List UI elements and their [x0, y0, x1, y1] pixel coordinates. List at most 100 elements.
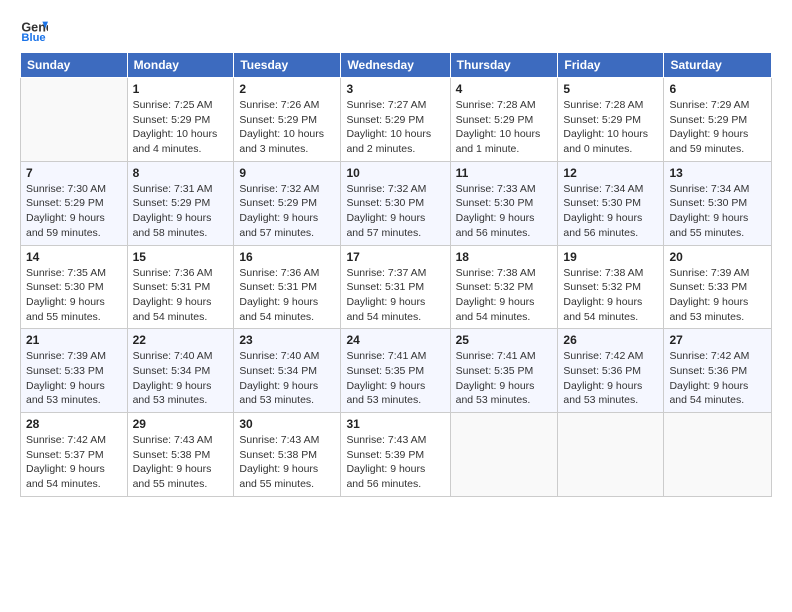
day-cell: 6Sunrise: 7:29 AM Sunset: 5:29 PM Daylig… — [664, 78, 772, 162]
svg-text:Blue: Blue — [21, 32, 45, 44]
day-number: 3 — [346, 82, 444, 96]
day-number: 23 — [239, 333, 335, 347]
logo: General Blue — [20, 16, 48, 44]
day-info: Sunrise: 7:42 AM Sunset: 5:36 PM Dayligh… — [669, 349, 766, 408]
day-number: 15 — [133, 250, 229, 264]
day-cell: 11 Sunrise: 7:33 AM Sunset: 5:30 PM Dayli… — [450, 161, 558, 245]
day-info: Sunrise: 7:32 AM Sunset: 5:29 PM Dayligh… — [239, 182, 335, 241]
day-cell: 31 Sunrise: 7:43 AM Sunset: 5:39 PM Dayli… — [341, 413, 450, 497]
day-cell: 14 Sunrise: 7:35 AM Sunset: 5:30 PM Dayli… — [21, 245, 128, 329]
day-cell: 4Sunrise: 7:28 AM Sunset: 5:29 PM Daylig… — [450, 78, 558, 162]
day-cell: 5 Sunrise: 7:28 AM Sunset: 5:29 PM Daylig… — [558, 78, 664, 162]
day-cell: 15 Sunrise: 7:36 AM Sunset: 5:31 PM Dayli… — [127, 245, 234, 329]
day-number: 26 — [563, 333, 658, 347]
weekday-sunday: Sunday — [21, 53, 128, 78]
day-number: 31 — [346, 417, 444, 431]
day-number: 14 — [26, 250, 122, 264]
day-cell — [558, 413, 664, 497]
day-info: Sunrise: 7:33 AM Sunset: 5:30 PM Dayligh… — [456, 182, 553, 241]
day-number: 28 — [26, 417, 122, 431]
day-cell: 23 Sunrise: 7:40 AM Sunset: 5:34 PM Dayli… — [234, 329, 341, 413]
day-info: Sunrise: 7:42 AM Sunset: 5:37 PM Dayligh… — [26, 433, 122, 492]
day-cell: 30Sunrise: 7:43 AM Sunset: 5:38 PM Dayli… — [234, 413, 341, 497]
day-number: 25 — [456, 333, 553, 347]
week-row-1: 1 Sunrise: 7:25 AM Sunset: 5:29 PM Daylig… — [21, 78, 772, 162]
logo-icon: General Blue — [20, 16, 48, 44]
day-info: Sunrise: 7:40 AM Sunset: 5:34 PM Dayligh… — [239, 349, 335, 408]
header: General Blue — [20, 16, 772, 44]
day-info: Sunrise: 7:34 AM Sunset: 5:30 PM Dayligh… — [669, 182, 766, 241]
day-cell: 24 Sunrise: 7:41 AM Sunset: 5:35 PM Dayli… — [341, 329, 450, 413]
day-info: Sunrise: 7:37 AM Sunset: 5:31 PM Dayligh… — [346, 266, 444, 325]
day-info: Sunrise: 7:36 AM Sunset: 5:31 PM Dayligh… — [239, 266, 335, 325]
day-cell: 22 Sunrise: 7:40 AM Sunset: 5:34 PM Dayli… — [127, 329, 234, 413]
day-cell: 1 Sunrise: 7:25 AM Sunset: 5:29 PM Daylig… — [127, 78, 234, 162]
day-number: 7 — [26, 166, 122, 180]
week-row-2: 7Sunrise: 7:30 AM Sunset: 5:29 PM Daylig… — [21, 161, 772, 245]
weekday-header-row: SundayMondayTuesdayWednesdayThursdayFrid… — [21, 53, 772, 78]
weekday-wednesday: Wednesday — [341, 53, 450, 78]
day-number: 29 — [133, 417, 229, 431]
week-row-3: 14 Sunrise: 7:35 AM Sunset: 5:30 PM Dayli… — [21, 245, 772, 329]
day-info: Sunrise: 7:27 AM Sunset: 5:29 PM Dayligh… — [346, 98, 444, 157]
day-cell: 21 Sunrise: 7:39 AM Sunset: 5:33 PM Dayli… — [21, 329, 128, 413]
day-info: Sunrise: 7:39 AM Sunset: 5:33 PM Dayligh… — [26, 349, 122, 408]
day-cell: 17 Sunrise: 7:37 AM Sunset: 5:31 PM Dayli… — [341, 245, 450, 329]
day-cell: 3 Sunrise: 7:27 AM Sunset: 5:29 PM Daylig… — [341, 78, 450, 162]
day-info: Sunrise: 7:38 AM Sunset: 5:32 PM Dayligh… — [456, 266, 553, 325]
day-info: Sunrise: 7:31 AM Sunset: 5:29 PM Dayligh… — [133, 182, 229, 241]
day-number: 24 — [346, 333, 444, 347]
day-number: 2 — [239, 82, 335, 96]
day-number: 6 — [669, 82, 766, 96]
day-cell: 9 Sunrise: 7:32 AM Sunset: 5:29 PM Daylig… — [234, 161, 341, 245]
day-number: 9 — [239, 166, 335, 180]
day-info: Sunrise: 7:36 AM Sunset: 5:31 PM Dayligh… — [133, 266, 229, 325]
day-cell: 20 Sunrise: 7:39 AM Sunset: 5:33 PM Dayli… — [664, 245, 772, 329]
day-info: Sunrise: 7:25 AM Sunset: 5:29 PM Dayligh… — [133, 98, 229, 157]
day-cell: 18Sunrise: 7:38 AM Sunset: 5:32 PM Dayli… — [450, 245, 558, 329]
day-cell — [664, 413, 772, 497]
day-cell: 10Sunrise: 7:32 AM Sunset: 5:30 PM Dayli… — [341, 161, 450, 245]
calendar-table: SundayMondayTuesdayWednesdayThursdayFrid… — [20, 52, 772, 497]
day-info: Sunrise: 7:40 AM Sunset: 5:34 PM Dayligh… — [133, 349, 229, 408]
weekday-tuesday: Tuesday — [234, 53, 341, 78]
week-row-4: 21 Sunrise: 7:39 AM Sunset: 5:33 PM Dayli… — [21, 329, 772, 413]
day-info: Sunrise: 7:39 AM Sunset: 5:33 PM Dayligh… — [669, 266, 766, 325]
day-info: Sunrise: 7:34 AM Sunset: 5:30 PM Dayligh… — [563, 182, 658, 241]
weekday-friday: Friday — [558, 53, 664, 78]
day-cell: 25 Sunrise: 7:41 AM Sunset: 5:35 PM Dayli… — [450, 329, 558, 413]
day-cell: 13Sunrise: 7:34 AM Sunset: 5:30 PM Dayli… — [664, 161, 772, 245]
day-number: 1 — [133, 82, 229, 96]
day-number: 10 — [346, 166, 444, 180]
day-number: 12 — [563, 166, 658, 180]
day-number: 17 — [346, 250, 444, 264]
day-cell: 29 Sunrise: 7:43 AM Sunset: 5:38 PM Dayli… — [127, 413, 234, 497]
day-number: 19 — [563, 250, 658, 264]
day-info: Sunrise: 7:41 AM Sunset: 5:35 PM Dayligh… — [456, 349, 553, 408]
day-info: Sunrise: 7:41 AM Sunset: 5:35 PM Dayligh… — [346, 349, 444, 408]
day-number: 22 — [133, 333, 229, 347]
day-info: Sunrise: 7:43 AM Sunset: 5:38 PM Dayligh… — [133, 433, 229, 492]
day-cell: 8 Sunrise: 7:31 AM Sunset: 5:29 PM Daylig… — [127, 161, 234, 245]
day-cell: 19 Sunrise: 7:38 AM Sunset: 5:32 PM Dayli… — [558, 245, 664, 329]
day-info: Sunrise: 7:43 AM Sunset: 5:39 PM Dayligh… — [346, 433, 444, 492]
day-cell: 16Sunrise: 7:36 AM Sunset: 5:31 PM Dayli… — [234, 245, 341, 329]
day-info: Sunrise: 7:42 AM Sunset: 5:36 PM Dayligh… — [563, 349, 658, 408]
day-number: 27 — [669, 333, 766, 347]
day-number: 8 — [133, 166, 229, 180]
day-number: 11 — [456, 166, 553, 180]
day-info: Sunrise: 7:28 AM Sunset: 5:29 PM Dayligh… — [563, 98, 658, 157]
day-cell: 12 Sunrise: 7:34 AM Sunset: 5:30 PM Dayli… — [558, 161, 664, 245]
day-info: Sunrise: 7:26 AM Sunset: 5:29 PM Dayligh… — [239, 98, 335, 157]
day-number: 20 — [669, 250, 766, 264]
day-number: 21 — [26, 333, 122, 347]
calendar-container: General Blue SundayMondayTuesdayWednesda… — [0, 0, 792, 507]
day-cell: 28 Sunrise: 7:42 AM Sunset: 5:37 PM Dayli… — [21, 413, 128, 497]
day-cell: 26 Sunrise: 7:42 AM Sunset: 5:36 PM Dayli… — [558, 329, 664, 413]
weekday-thursday: Thursday — [450, 53, 558, 78]
day-cell: 27 Sunrise: 7:42 AM Sunset: 5:36 PM Dayli… — [664, 329, 772, 413]
day-cell — [21, 78, 128, 162]
day-info: Sunrise: 7:38 AM Sunset: 5:32 PM Dayligh… — [563, 266, 658, 325]
day-info: Sunrise: 7:35 AM Sunset: 5:30 PM Dayligh… — [26, 266, 122, 325]
day-number: 5 — [563, 82, 658, 96]
